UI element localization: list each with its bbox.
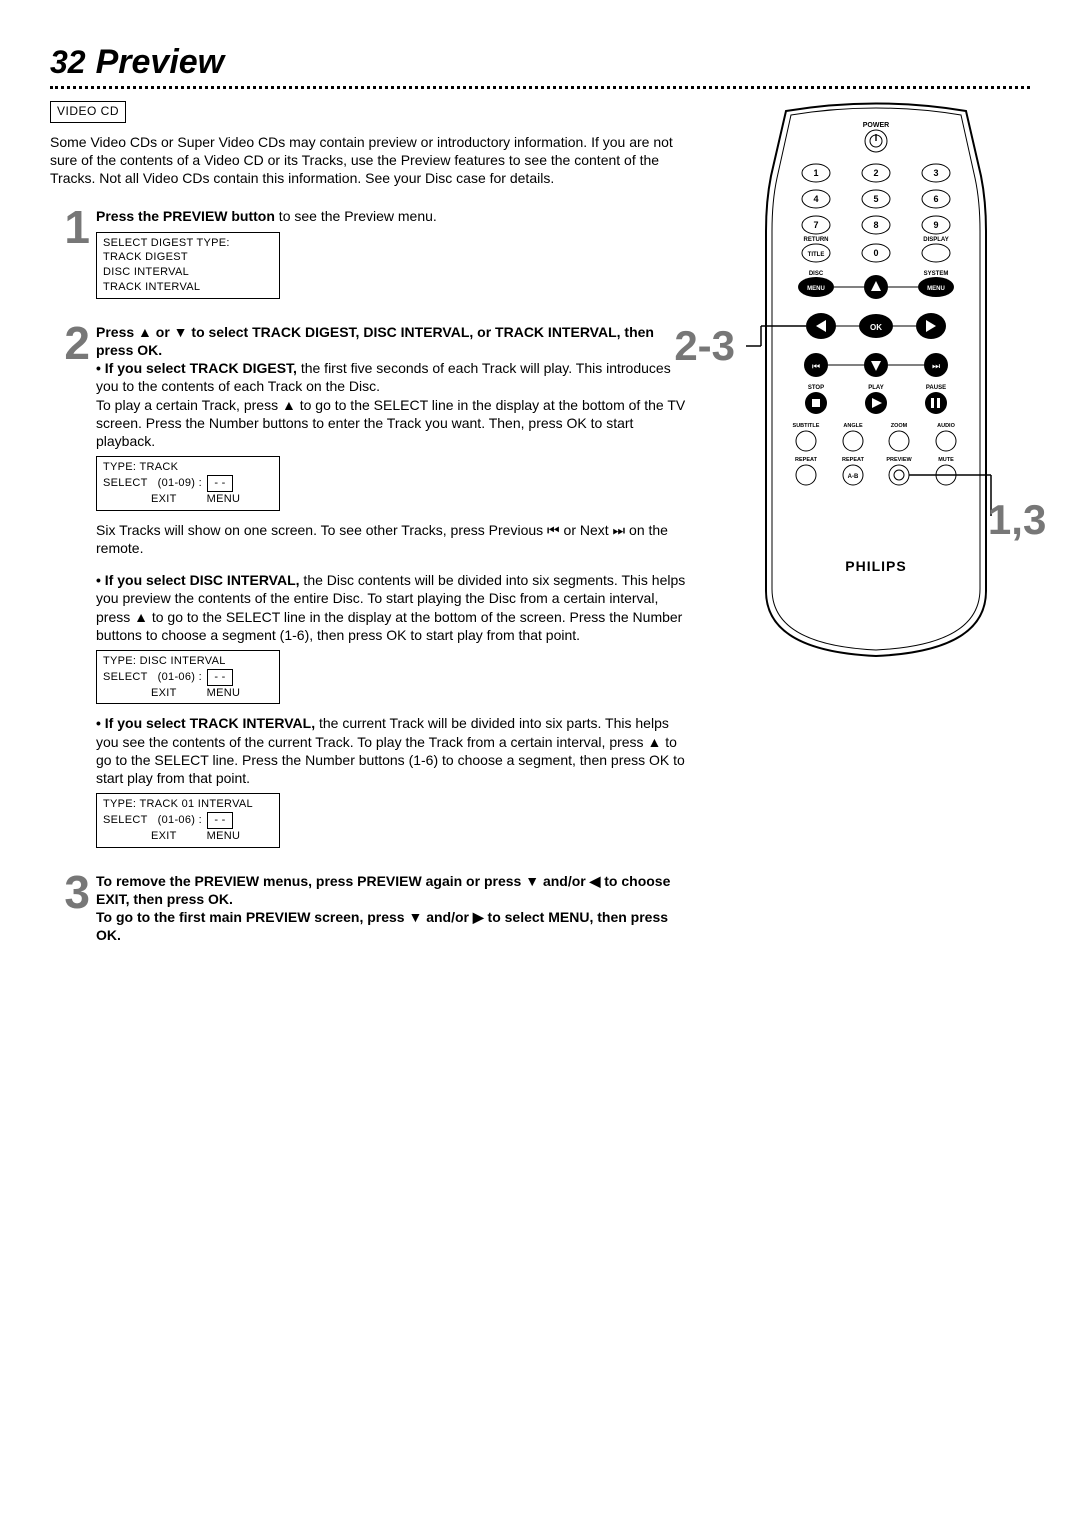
remote-svg: POWER 1 2 3 4 5 6 7 8 9 RETURN DISPLAY <box>746 101 1006 661</box>
six-tracks-para: Six Tracks will show on one screen. To s… <box>96 521 693 557</box>
disc-interval-para: • If you select DISC INTERVAL, the Disc … <box>96 571 693 644</box>
step-1: 1 Press the PREVIEW button to see the Pr… <box>50 207 693 309</box>
step-3: 3 To remove the PREVIEW menus, press PRE… <box>50 872 693 945</box>
intro-paragraph: Some Video CDs or Super Video CDs may co… <box>50 133 693 188</box>
track-interval-para: • If you select TRACK INTERVAL, the curr… <box>96 714 693 787</box>
menu-label: MENU <box>207 686 241 701</box>
sel-range: (01-06) : <box>158 671 202 683</box>
callout-2-3: 2-3 <box>674 319 735 374</box>
osd-footer: EXIT MENU <box>103 686 273 701</box>
osd-line: TYPE: TRACK 01 INTERVAL <box>103 797 273 812</box>
disc-label: DISC <box>809 271 824 277</box>
svg-text:STOP: STOP <box>808 385 824 391</box>
svg-text:⏭: ⏭ <box>932 361 940 371</box>
svg-text:⏮: ⏮ <box>812 361 820 371</box>
svg-text:MENU: MENU <box>807 286 825 292</box>
di-bold: • If you select DISC INTERVAL, <box>96 572 300 588</box>
svg-text:3: 3 <box>934 168 939 178</box>
svg-text:MENU: MENU <box>927 286 945 292</box>
step-number: 2 <box>50 323 96 858</box>
lead-rest: to see the Preview menu. <box>275 208 437 224</box>
media-tag: VIDEO CD <box>50 101 126 123</box>
exit-label: EXIT <box>151 686 177 701</box>
svg-text:REPEAT: REPEAT <box>842 457 865 463</box>
sel-label: SELECT <box>103 671 148 683</box>
osd-line: SELECT (01-06) : - - <box>103 669 273 686</box>
step-heading: Press ▲ or ▼ to select TRACK DIGEST, DIS… <box>96 323 693 359</box>
osd-line: TRACK INTERVAL <box>103 280 273 295</box>
svg-text:SUBTITLE: SUBTITLE <box>793 423 820 429</box>
step-line1: To remove the PREVIEW menus, press PREVI… <box>96 872 693 908</box>
svg-text:ZOOM: ZOOM <box>891 423 908 429</box>
svg-text:A-B: A-B <box>848 474 859 480</box>
svg-text:ANGLE: ANGLE <box>844 423 864 429</box>
svg-text:PREVIEW: PREVIEW <box>887 457 913 463</box>
ok-button: OK <box>870 323 882 332</box>
page-header: 32 Preview <box>50 40 1030 89</box>
svg-text:1: 1 <box>814 168 819 178</box>
osd-line: TYPE: DISC INTERVAL <box>103 654 273 669</box>
sel-range: (01-06) : <box>158 814 202 826</box>
brand-label: PHILIPS <box>846 558 907 574</box>
return-label: RETURN <box>804 237 829 243</box>
svg-text:PLAY: PLAY <box>869 385 884 391</box>
svg-text:6: 6 <box>934 194 939 204</box>
osd-line: SELECT DIGEST TYPE: <box>103 236 273 251</box>
menu-label: MENU <box>207 829 241 844</box>
system-label: SYSTEM <box>924 271 949 277</box>
osd-line: SELECT (01-09) : - - <box>103 475 273 492</box>
osd-footer: EXIT MENU <box>103 829 273 844</box>
number-pad: 1 2 3 4 5 6 7 8 9 <box>802 164 950 234</box>
svg-text:4: 4 <box>814 194 819 204</box>
remote-illustration: 2-3 1,3 POWER 1 2 3 4 5 6 <box>746 101 1006 665</box>
menu-label: MENU <box>207 492 241 507</box>
svg-text:AUDIO: AUDIO <box>937 423 955 429</box>
ti-bold: • If you select TRACK INTERVAL, <box>96 715 315 731</box>
svg-text:5: 5 <box>874 194 879 204</box>
td-bold: • If you select TRACK DIGEST, <box>96 360 297 376</box>
exit-label: EXIT <box>151 829 177 844</box>
osd-select-digest: SELECT DIGEST TYPE: TRACK DIGEST DISC IN… <box>96 232 280 299</box>
svg-text:0: 0 <box>874 248 879 258</box>
svg-text:9: 9 <box>934 220 939 230</box>
osd-footer: EXIT MENU <box>103 492 273 507</box>
osd-track-interval: TYPE: TRACK 01 INTERVAL SELECT (01-06) :… <box>96 793 280 848</box>
lead-bold: Press the PREVIEW button <box>96 208 275 224</box>
svg-text:2: 2 <box>874 168 879 178</box>
svg-text:TITLE: TITLE <box>808 252 825 258</box>
dash-box: - - <box>207 475 232 492</box>
step-number: 3 <box>50 872 96 945</box>
sel-label: SELECT <box>103 477 148 489</box>
exit-label: EXIT <box>151 492 177 507</box>
track-digest-para2: To play a certain Track, press ▲ to go t… <box>96 396 693 451</box>
step-instruction: Press the PREVIEW button to see the Prev… <box>96 207 693 225</box>
power-label: POWER <box>863 122 889 129</box>
osd-line: DISC INTERVAL <box>103 265 273 280</box>
osd-line: SELECT (01-06) : - - <box>103 812 273 829</box>
dash-box: - - <box>207 669 232 686</box>
svg-text:MUTE: MUTE <box>939 457 955 463</box>
track-digest-para: • If you select TRACK DIGEST, the first … <box>96 359 693 395</box>
svg-text:8: 8 <box>874 220 879 230</box>
sel-label: SELECT <box>103 814 148 826</box>
osd-track: TYPE: TRACK SELECT (01-09) : - - EXIT ME… <box>96 456 280 511</box>
page-title: Preview <box>96 40 225 84</box>
osd-line: TRACK DIGEST <box>103 250 273 265</box>
osd-line: TYPE: TRACK <box>103 460 273 475</box>
step-line2: To go to the first main PREVIEW screen, … <box>96 908 693 944</box>
osd-disc-interval: TYPE: DISC INTERVAL SELECT (01-06) : - -… <box>96 650 280 705</box>
step-number: 1 <box>50 207 96 309</box>
callout-1-3: 1,3 <box>988 493 1046 548</box>
dash-box: - - <box>207 812 232 829</box>
svg-text:7: 7 <box>814 220 819 230</box>
svg-text:REPEAT: REPEAT <box>795 457 818 463</box>
sel-range: (01-09) : <box>158 477 202 489</box>
page-number: 32 <box>50 42 86 84</box>
svg-text:PAUSE: PAUSE <box>926 385 946 391</box>
display-label: DISPLAY <box>924 237 949 243</box>
step-2: 2 Press ▲ or ▼ to select TRACK DIGEST, D… <box>50 323 693 858</box>
